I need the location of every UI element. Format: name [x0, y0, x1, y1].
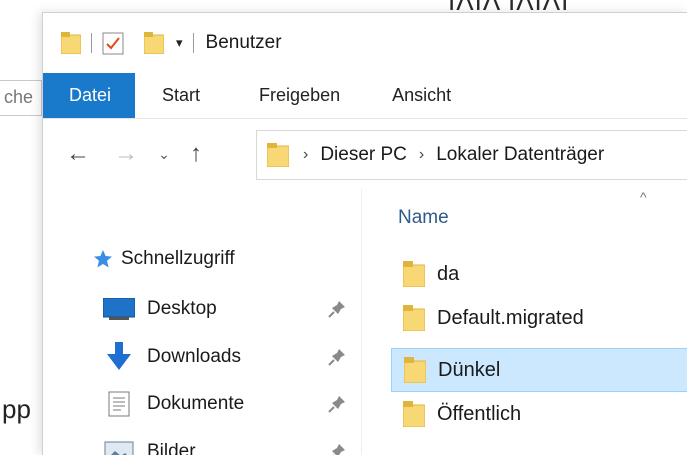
new-folder-icon[interactable] [144, 32, 164, 54]
forward-button[interactable]: → [109, 140, 143, 168]
folder-icon [403, 401, 425, 427]
list-item-selected[interactable]: Dünkel [391, 348, 687, 392]
breadcrumb-local-disk[interactable]: Lokaler Datenträger [436, 144, 604, 166]
star-icon [93, 248, 113, 270]
breadcrumb-separator[interactable]: › [303, 146, 308, 164]
pin-icon[interactable] [327, 299, 347, 319]
folder-icon [404, 357, 426, 383]
pictures-icon [103, 441, 135, 455]
sidebar-item-label: Dokumente [147, 393, 245, 414]
file-name: Öffentlich [437, 402, 522, 425]
window-title: Benutzer [205, 32, 282, 53]
file-name: Dünkel [438, 358, 501, 381]
pin-icon[interactable] [327, 394, 347, 414]
navigation-pane: Schnellzugriff Desktop Downloads Dokumen… [43, 189, 361, 455]
file-name: Default.migrated [437, 306, 584, 329]
file-name: da [437, 262, 460, 285]
sidebar-item-desktop[interactable]: Desktop [103, 289, 361, 329]
background-text-fragment: pp [2, 394, 31, 424]
document-icon [103, 391, 135, 417]
list-item[interactable]: da [391, 252, 687, 296]
title-separator [192, 33, 194, 53]
quick-access-separator [91, 33, 92, 53]
sidebar-item-documents[interactable]: Dokumente [103, 384, 361, 424]
pin-icon[interactable] [327, 347, 347, 367]
download-icon [103, 342, 135, 370]
address-bar[interactable]: › Dieser PC › Lokaler Datenträger [256, 130, 687, 180]
folder-icon [267, 143, 289, 167]
sort-indicator-icon: ^ [640, 189, 647, 205]
column-header-name[interactable]: Name [398, 207, 449, 229]
customize-quick-access-icon[interactable]: ▾ [176, 35, 183, 51]
list-item[interactable]: Default.migrated [391, 296, 687, 340]
sidebar-item-pictures[interactable]: Bilder [103, 432, 361, 455]
nav-quick-access-label: Schnellzugriff [121, 248, 235, 269]
sidebar-item-label: Downloads [147, 346, 241, 367]
desktop-icon [103, 298, 135, 320]
folder-icon[interactable] [61, 32, 81, 54]
pin-icon[interactable] [327, 442, 347, 455]
tab-share[interactable]: Freigeben [229, 73, 369, 118]
sidebar-item-label: Bilder [147, 441, 196, 455]
tab-file[interactable]: Datei [43, 73, 136, 118]
sidebar-item-downloads[interactable]: Downloads [103, 337, 361, 377]
up-button[interactable]: ↑ [179, 140, 213, 168]
sidebar-item-label: Desktop [147, 298, 217, 319]
recent-locations-button[interactable]: ⌄ [153, 146, 175, 163]
tab-start[interactable]: Start [135, 73, 229, 118]
ribbon-tabs: Datei Start Freigeben Ansicht [43, 73, 687, 119]
breadcrumb-separator[interactable]: › [419, 146, 424, 164]
file-explorer-window: ▾ Benutzer Datei Start Freigeben Ansicht… [42, 12, 687, 455]
properties-icon[interactable] [102, 31, 124, 55]
folder-icon [403, 305, 425, 331]
address-row: ← → ⌄ ↑ › Dieser PC › Lokaler Datenträge… [43, 119, 687, 189]
back-button[interactable]: ← [61, 140, 95, 168]
tab-view[interactable]: Ansicht [369, 73, 474, 118]
title-bar: ▾ Benutzer [43, 13, 687, 73]
list-item[interactable]: Öffentlich [391, 392, 687, 436]
folder-icon [403, 261, 425, 287]
file-list-pane: ^ Name da Default.migrated Dünkel Öffent… [362, 189, 687, 455]
background-search-fragment: che [0, 80, 42, 116]
breadcrumb-this-pc[interactable]: Dieser PC [320, 144, 407, 166]
